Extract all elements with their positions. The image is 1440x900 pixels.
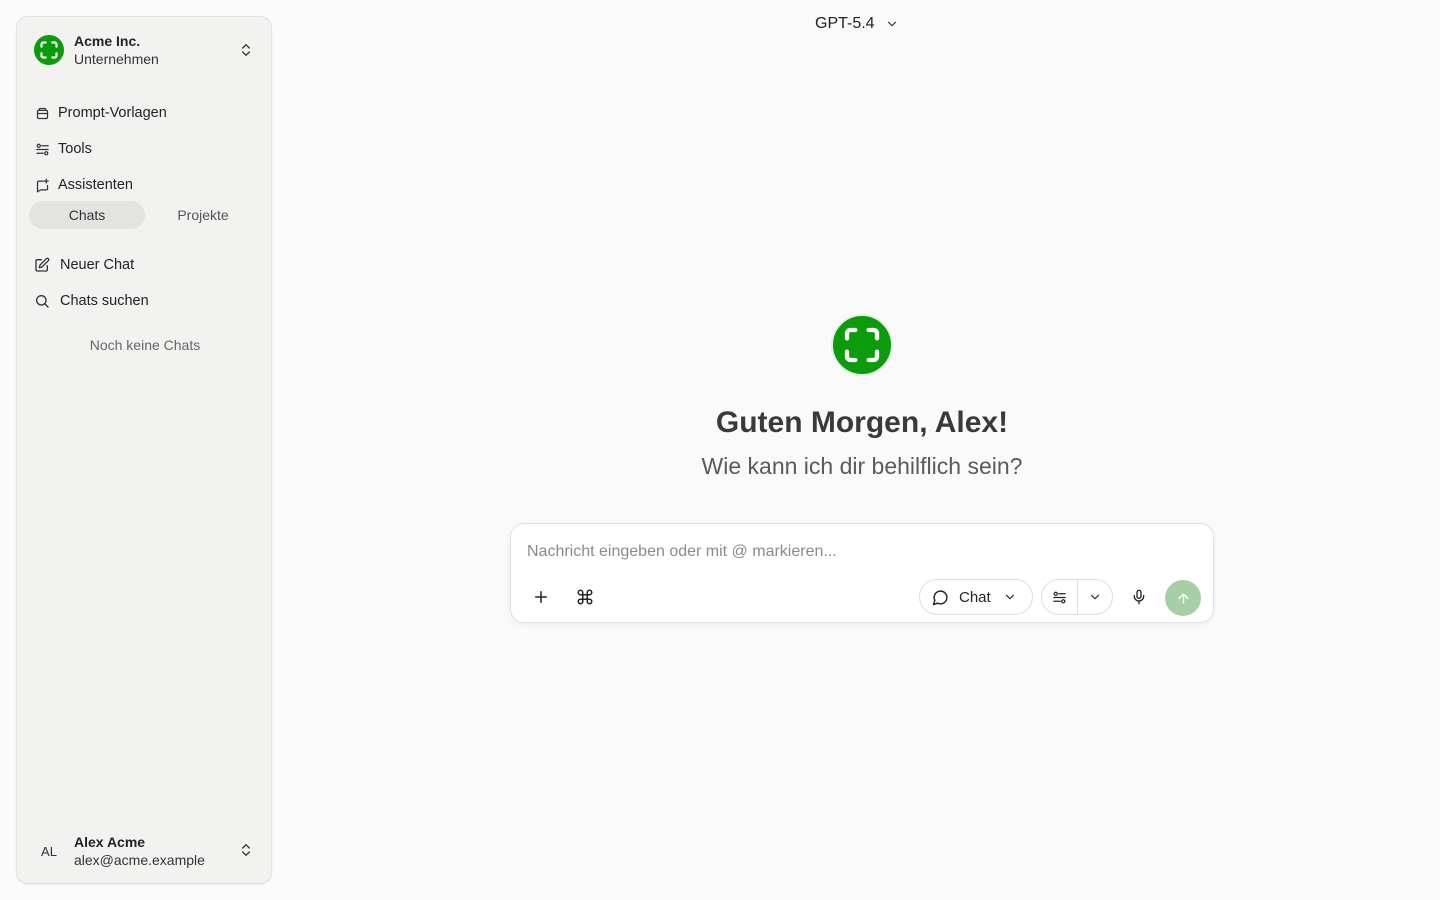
model-selector[interactable]: GPT-5.4	[805, 10, 909, 38]
chevron-down-icon	[887, 21, 896, 27]
tools-icon	[34, 141, 50, 157]
voice-input-button[interactable]	[1123, 581, 1155, 613]
command-button[interactable]	[569, 581, 601, 613]
sidebar-item-prompt-vorlagen[interactable]: Prompt-Vorlagen	[34, 95, 258, 131]
hero-logo-frame-icon	[831, 314, 893, 376]
microphone-icon	[1133, 589, 1145, 605]
command-icon	[577, 589, 593, 605]
chats-projects-toggle: Chats Projekte	[29, 201, 261, 229]
app-root: Acme Inc. Unternehmen Prompt-Vorlagen To…	[0, 0, 1440, 900]
chat-actions: Neuer Chat Chats suchen	[34, 247, 258, 319]
message-circle-icon	[932, 589, 948, 605]
chat-mode-dropdown[interactable]: Chat	[919, 579, 1033, 615]
org-name: Acme Inc.	[74, 33, 141, 49]
sidebar-item-label: Prompt-Vorlagen	[58, 105, 167, 121]
search-chats-label: Chats suchen	[60, 293, 149, 309]
attach-button[interactable]	[525, 581, 557, 613]
message-input[interactable]	[527, 540, 1187, 564]
search-icon	[34, 293, 50, 309]
tab-chats[interactable]: Chats	[29, 201, 145, 229]
org-logo-frame-icon	[34, 35, 64, 65]
tools-button[interactable]	[1042, 580, 1077, 614]
assistant-icon	[34, 177, 50, 193]
org-subtitle: Unternehmen	[74, 51, 159, 67]
new-chat-button[interactable]: Neuer Chat	[34, 247, 258, 283]
send-button[interactable]	[1165, 580, 1201, 616]
edit-icon	[34, 257, 50, 273]
greeting-subtitle: Wie kann ich dir behilflich sein?	[701, 453, 1023, 479]
user-menu[interactable]: AL Alex Acme alex@acme.example	[34, 832, 258, 870]
greeting-title: Guten Morgen, Alex!	[715, 406, 1009, 439]
sidebar-item-label: Assistenten	[58, 177, 133, 193]
sidebar: Acme Inc. Unternehmen Prompt-Vorlagen To…	[16, 16, 272, 884]
user-name: Alex Acme	[74, 834, 146, 850]
model-name: GPT-5.4	[815, 15, 875, 32]
sidebar-item-label: Tools	[58, 141, 92, 157]
empty-chats-message: Noch keine Chats	[89, 337, 201, 353]
user-email: alex@acme.example	[74, 852, 205, 868]
prompt-template-icon	[34, 105, 50, 121]
sidebar-item-assistenten[interactable]: Assistenten	[34, 167, 258, 203]
chevrons-up-down-icon	[242, 44, 250, 56]
user-text: Alex Acme alex@acme.example	[74, 833, 205, 869]
chat-mode-label: Chat	[959, 588, 991, 606]
message-composer: Chat	[510, 523, 1214, 623]
sidebar-item-tools[interactable]: Tools	[34, 131, 258, 167]
avatar: AL	[41, 843, 57, 859]
new-chat-label: Neuer Chat	[60, 257, 135, 273]
tools-icon	[1053, 591, 1066, 603]
chevrons-up-down-icon	[242, 844, 250, 856]
org-switcher[interactable]: Acme Inc. Unternehmen	[34, 32, 258, 68]
tools-dropdown-button[interactable]	[1076, 580, 1113, 614]
plus-icon	[535, 591, 547, 603]
tools-selector	[1041, 579, 1113, 615]
sidebar-nav: Prompt-Vorlagen Tools Assistenten	[34, 95, 258, 203]
arrow-up-icon	[1177, 592, 1189, 604]
tab-projects[interactable]: Projekte	[145, 201, 261, 229]
org-text: Acme Inc. Unternehmen	[74, 32, 159, 68]
chevron-down-icon	[1005, 594, 1014, 600]
search-chats-button[interactable]: Chats suchen	[34, 283, 258, 319]
chevron-down-icon	[1090, 594, 1099, 600]
